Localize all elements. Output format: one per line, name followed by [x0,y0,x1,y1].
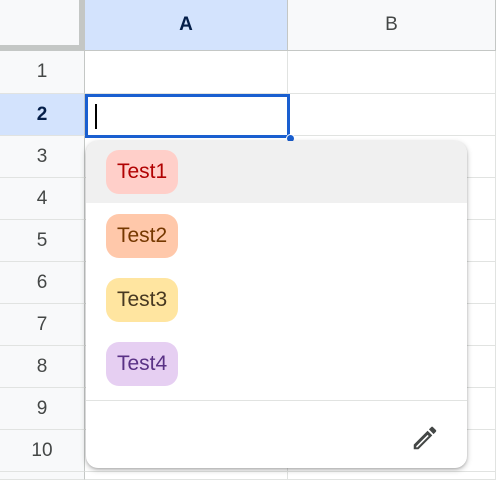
row-header-8[interactable]: 8 [0,346,85,388]
row-header-10[interactable]: 10 [0,430,85,472]
dropdown-chip-menu: Test1 Test2 Test3 Test4 [86,141,467,468]
option-chip: Test2 [106,214,179,258]
row-header-4[interactable]: 4 [0,178,85,220]
cell-b1[interactable] [288,51,496,94]
row-header-label: 5 [36,229,48,251]
cell-a1[interactable] [85,51,288,94]
column-header-label: A [179,14,193,35]
option-chip: Test4 [106,342,179,386]
column-header-label: B [385,14,398,35]
freeze-rows-handle[interactable] [0,45,85,50]
text-cursor [95,104,97,129]
option-chip: Test3 [106,278,179,322]
row-header-6[interactable]: 6 [0,262,85,304]
row-header-label: 8 [36,355,48,377]
row-header-11[interactable] [0,472,85,480]
freeze-columns-handle[interactable] [79,0,84,51]
option-chip: Test1 [106,150,179,194]
column-header-b[interactable]: B [288,0,496,51]
row-header-label: 2 [36,103,48,125]
dropdown-divider [86,400,467,401]
row-header-label: 7 [36,313,48,335]
row-header-label: 10 [31,439,53,461]
cell-b11[interactable] [288,472,496,480]
pencil-icon [413,426,437,450]
select-all-corner[interactable] [0,0,85,51]
row-header-2[interactable]: 2 [0,94,85,136]
row-header-label: 3 [36,145,48,167]
row-header-label: 6 [36,271,48,293]
row-header-5[interactable]: 5 [0,220,85,262]
row-header-label: 4 [36,187,48,209]
column-header-a[interactable]: A [85,0,288,51]
active-cell-editor[interactable] [85,94,290,138]
dropdown-option-test2[interactable]: Test2 [86,205,467,267]
row-header-7[interactable]: 7 [0,304,85,346]
dropdown-option-test1[interactable]: Test1 [86,141,467,203]
row-header-9[interactable]: 9 [0,388,85,430]
cell-b2[interactable] [288,94,496,136]
row-header-3[interactable]: 3 [0,136,85,178]
row-header-1[interactable]: 1 [0,51,85,94]
dropdown-option-test4[interactable]: Test4 [86,333,467,395]
row-header-label: 1 [36,61,48,82]
edit-dropdown-button[interactable] [404,417,446,459]
row-header-label: 9 [36,397,48,419]
cell-a11[interactable] [85,472,288,480]
dropdown-option-test3[interactable]: Test3 [86,269,467,331]
